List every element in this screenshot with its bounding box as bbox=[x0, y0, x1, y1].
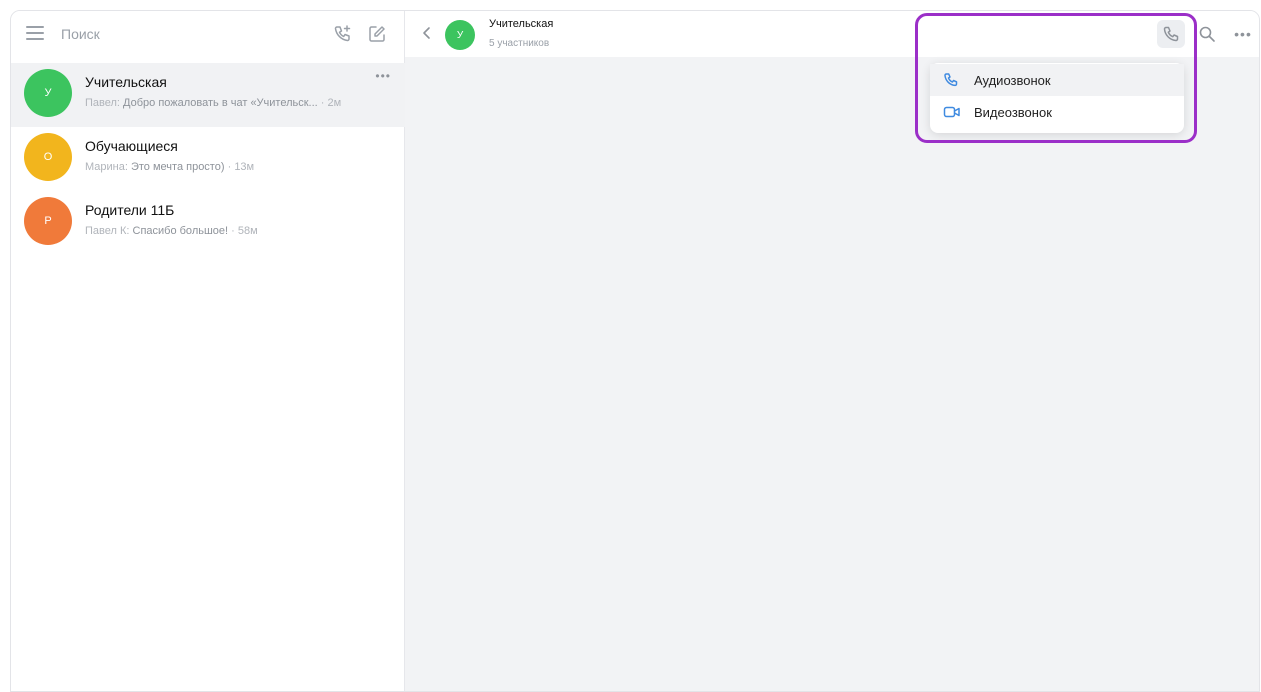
chat-author: Павел К: bbox=[85, 225, 130, 237]
avatar: О bbox=[24, 133, 72, 181]
phone-icon bbox=[944, 73, 958, 87]
sidebar: У Учительская Павел: Добро пожаловать в … bbox=[11, 11, 405, 691]
chat-snippet: Павел: Добро пожаловать в чат «Учительск… bbox=[85, 97, 385, 109]
chevron-left-icon bbox=[423, 27, 430, 39]
search-bar bbox=[11, 11, 405, 57]
search-button[interactable] bbox=[1195, 22, 1219, 46]
chat-time: 58м bbox=[237, 225, 258, 237]
compose-icon bbox=[369, 26, 385, 42]
chat-time: 2м bbox=[327, 97, 342, 109]
chat-message: Добро пожаловать в чат «Учительск... bbox=[123, 97, 318, 109]
phone-icon bbox=[1163, 26, 1179, 42]
menu-icon[interactable] bbox=[26, 26, 44, 40]
video-icon bbox=[943, 106, 960, 118]
header-avatar[interactable]: У bbox=[445, 20, 475, 50]
search-input[interactable] bbox=[61, 23, 281, 45]
chat-snippet: Павел К: Спасибо большое! · 58м bbox=[85, 225, 385, 237]
chat-item-obuchayushchiesya[interactable]: О Обучающиеся Марина: Это мечта просто) … bbox=[11, 127, 405, 191]
chat-title[interactable]: Учительская bbox=[489, 18, 553, 30]
search-icon bbox=[1199, 26, 1215, 42]
compose-button[interactable] bbox=[365, 22, 389, 46]
chat-pane: У Учительская 5 участников ••• Аудиозвон… bbox=[405, 11, 1259, 691]
chat-time: 13м bbox=[234, 161, 255, 173]
more-options-icon[interactable]: ••• bbox=[1231, 22, 1255, 46]
call-dropdown-menu: Аудиозвонок Видеозвонок bbox=[930, 63, 1184, 133]
add-call-icon bbox=[334, 25, 351, 42]
chat-snippet: Марина: Это мечта просто) · 13м bbox=[85, 161, 385, 173]
chat-separator: · bbox=[227, 161, 232, 173]
video-call-label: Видеозвонок bbox=[974, 105, 1052, 120]
chat-name: Обучающиеся bbox=[85, 138, 178, 154]
chat-list: У Учительская Павел: Добро пожаловать в … bbox=[11, 63, 405, 255]
back-button[interactable] bbox=[419, 25, 435, 41]
call-button[interactable] bbox=[1157, 20, 1185, 48]
chat-separator: · bbox=[231, 225, 235, 237]
chat-author: Марина: bbox=[85, 161, 128, 173]
participants-count: 5 участников bbox=[489, 38, 550, 49]
chat-author: Павел: bbox=[85, 97, 120, 109]
audio-call-label: Аудиозвонок bbox=[974, 73, 1051, 88]
chat-name: Родители 11Б bbox=[85, 202, 175, 218]
chat-item-roditeli-11b[interactable]: Р Родители 11Б Павел К: Спасибо большое!… bbox=[11, 191, 405, 255]
avatar: У bbox=[24, 69, 72, 117]
avatar: Р bbox=[24, 197, 72, 245]
chat-message: Это мечта просто) bbox=[130, 161, 225, 173]
chat-separator: · bbox=[320, 97, 325, 109]
chat-message: Спасибо большое! bbox=[132, 225, 229, 237]
video-call-menu-item[interactable]: Видеозвонок bbox=[930, 96, 1184, 128]
new-call-button[interactable] bbox=[331, 22, 355, 46]
chat-item-uchitelskaya[interactable]: У Учительская Павел: Добро пожаловать в … bbox=[11, 63, 405, 127]
chat-name: Учительская bbox=[85, 74, 167, 90]
app-window: У Учительская Павел: Добро пожаловать в … bbox=[10, 10, 1260, 692]
audio-call-menu-item[interactable]: Аудиозвонок bbox=[930, 64, 1184, 96]
chat-more-icon[interactable]: ••• bbox=[375, 69, 391, 83]
chat-header: У Учительская 5 участников ••• bbox=[405, 11, 1259, 57]
